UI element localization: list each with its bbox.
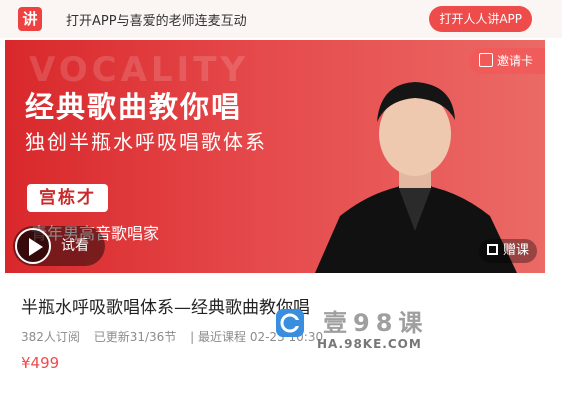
invite-card-icon [478, 53, 493, 67]
invite-card-button[interactable]: 邀请卡 [468, 48, 545, 74]
invite-card-label: 邀请卡 [496, 54, 533, 68]
gift-icon [486, 244, 498, 255]
app-logo-icon: 讲 [18, 7, 42, 31]
course-price: ¥499 [21, 354, 60, 372]
site-watermark-url: HA.98KE.COM [317, 337, 422, 351]
site-watermark-text: 壹98课 [323, 309, 429, 337]
subscriber-count: 382人订阅 [21, 330, 80, 344]
play-icon [15, 228, 51, 264]
app-promo-text: 打开APP与喜爱的老师连麦互动 [66, 14, 247, 29]
banner-subheadline: 独创半瓶水呼吸唱歌体系 [25, 130, 267, 154]
trial-label: 试看 [61, 238, 89, 254]
banner-headline: 经典歌曲教你唱 [25, 90, 243, 124]
gift-course-button[interactable]: 赠课 [478, 239, 537, 263]
teacher-name-tag: 宫栋才 [27, 184, 108, 212]
watermark-badge-icon [276, 309, 304, 337]
course-title[interactable]: 半瓶水呼吸歌唱体系—经典歌曲教你唱 [21, 293, 310, 318]
top-app-banner: 讲 打开APP与喜爱的老师连麦互动 打开人人讲APP [0, 0, 562, 38]
update-progress: 已更新31/36节 [93, 330, 177, 344]
course-card[interactable]: VOCALITY 经典歌曲教你唱 独创半瓶水呼吸唱歌体系 宫栋才 青年男高音歌唱… [5, 40, 545, 395]
course-banner[interactable]: VOCALITY 经典歌曲教你唱 独创半瓶水呼吸唱歌体系 宫栋才 青年男高音歌唱… [5, 40, 545, 273]
trial-play-button[interactable]: 试看 [13, 226, 105, 266]
gift-course-label: 赠课 [502, 243, 529, 258]
open-app-button[interactable]: 打开人人讲APP [429, 6, 532, 32]
